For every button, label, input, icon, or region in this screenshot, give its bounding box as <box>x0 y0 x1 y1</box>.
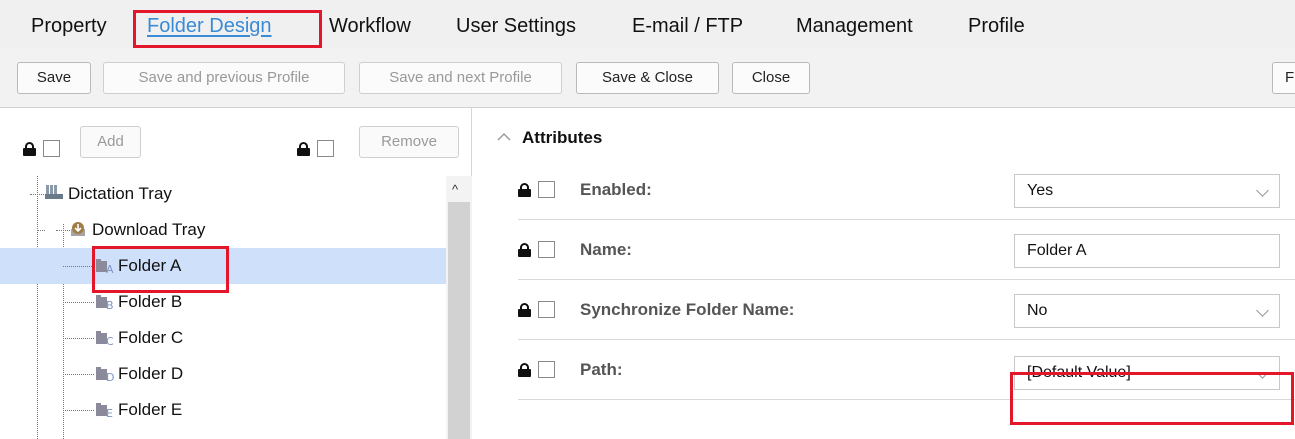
input-value: Folder A <box>1027 242 1087 259</box>
lock-checkbox-remove[interactable] <box>317 140 334 157</box>
attr-row-enabled: Enabled: Yes <box>518 160 1295 220</box>
section-title: Attributes <box>522 128 603 147</box>
menu-workflow[interactable]: Workflow <box>329 14 411 38</box>
menu-user-settings[interactable]: User Settings <box>456 14 576 38</box>
lock-icon <box>297 142 310 156</box>
menu-profile[interactable]: Profile <box>968 14 1025 38</box>
close-button[interactable]: Close <box>732 62 810 94</box>
tree-item-folder-c[interactable]: C Folder C <box>0 320 446 356</box>
folder-icon: E <box>96 403 113 418</box>
menu-management[interactable]: Management <box>796 14 913 38</box>
attr-label: Path: <box>580 360 623 379</box>
svg-text:B: B <box>106 299 114 310</box>
lock-checkbox-add[interactable] <box>43 140 60 157</box>
attr-label: Synchronize Folder Name: <box>580 300 795 319</box>
attributes-panel: Attributes Enabled: Yes Name: Folder A S… <box>473 108 1295 439</box>
tree-item-folder-d[interactable]: D Folder D <box>0 356 446 392</box>
scroll-up-arrow-icon[interactable]: ^ <box>452 182 458 197</box>
enabled-select[interactable]: Yes <box>1014 174 1280 208</box>
svg-text:C: C <box>106 335 114 346</box>
remove-button[interactable]: Remove <box>359 126 459 158</box>
collapse-caret-icon[interactable] <box>497 130 511 144</box>
toolbar: Save Save and previous Profile Save and … <box>0 49 1295 108</box>
lock-icon <box>23 142 36 156</box>
synchronize-folder-name-select[interactable]: No <box>1014 294 1280 328</box>
save-close-button[interactable]: Save & Close <box>576 62 719 94</box>
save-previous-profile-button[interactable]: Save and previous Profile <box>103 62 345 94</box>
menu-property[interactable]: Property <box>31 14 107 38</box>
lock-icon <box>518 363 531 377</box>
download-tray-icon <box>71 222 85 236</box>
svg-text:E: E <box>106 407 113 418</box>
folder-icon: B <box>96 295 114 310</box>
folder-icon: D <box>96 367 114 382</box>
tree-item-label: Dictation Tray <box>68 184 172 203</box>
highlight-box-folder-design <box>133 10 322 48</box>
scroll-thumb[interactable] <box>448 202 470 439</box>
select-value: No <box>1027 302 1048 319</box>
lock-checkbox-enabled[interactable] <box>538 181 555 198</box>
lock-checkbox-name[interactable] <box>538 241 555 258</box>
chevron-down-icon <box>1256 184 1269 197</box>
folder-tree: Dictation Tray Download Tray A Folder A <box>0 176 446 439</box>
save-next-profile-button[interactable]: Save and next Profile <box>359 62 562 94</box>
tree-item-folder-e[interactable]: E Folder E <box>0 392 446 428</box>
attr-label: Name: <box>580 240 632 259</box>
tree-item-download-tray[interactable]: Download Tray <box>0 212 446 248</box>
save-button[interactable]: Save <box>17 62 91 94</box>
tree-item-label: Folder E <box>118 400 183 419</box>
tray-icon <box>45 185 63 199</box>
folder-tree-panel: Add Remove Dictation Tray Download Tray <box>0 108 472 439</box>
lock-checkbox-path[interactable] <box>538 361 555 378</box>
folder-icon: C <box>96 331 114 346</box>
tree-item-label: Download Tray <box>92 220 206 239</box>
highlight-box-path <box>1010 372 1294 425</box>
attr-label: Enabled: <box>580 180 652 199</box>
add-button[interactable]: Add <box>80 126 141 158</box>
lock-icon <box>518 303 531 317</box>
lock-icon <box>518 243 531 257</box>
menu-email-ftp[interactable]: E-mail / FTP <box>632 14 743 38</box>
tree-item-label: Folder D <box>118 364 184 383</box>
tree-scrollbar[interactable]: ^ <box>446 176 472 439</box>
tree-connector <box>30 194 38 195</box>
tree-item-dictation-tray[interactable]: Dictation Tray <box>0 176 446 212</box>
svg-text:D: D <box>106 371 114 382</box>
lock-checkbox-synchronize[interactable] <box>538 301 555 318</box>
tree-item-label: Folder C <box>118 328 184 347</box>
chevron-down-icon <box>1256 304 1269 317</box>
name-field[interactable]: Folder A <box>1014 234 1280 268</box>
select-value: Yes <box>1027 182 1054 199</box>
partial-toolbar-button[interactable]: F <box>1272 62 1295 94</box>
menu-bar: Property Folder Design Workflow User Set… <box>0 0 1295 49</box>
lock-icon <box>518 183 531 197</box>
highlight-box-folder-a <box>92 246 229 293</box>
attr-row-synchronize-folder-name: Synchronize Folder Name: No <box>518 280 1295 340</box>
attr-row-name: Name: Folder A <box>518 220 1295 280</box>
